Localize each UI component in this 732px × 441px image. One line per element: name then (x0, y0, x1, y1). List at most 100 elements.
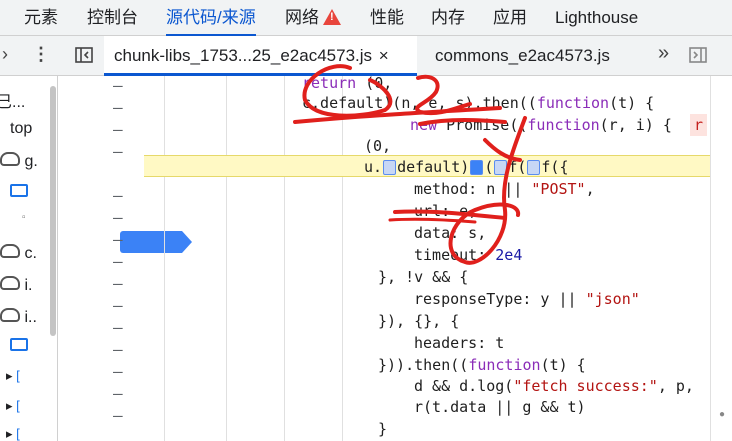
navigator-item-top[interactable]: top (10, 120, 32, 138)
code-token: Promise(( (446, 116, 528, 134)
gutter-mark[interactable]: – (113, 362, 123, 381)
code-token: r (689, 114, 707, 136)
code-line: }), {}, { (378, 312, 460, 330)
code-token: })).then(( (378, 356, 469, 374)
code-token: function (527, 116, 600, 134)
code-token: responseType: y || (414, 290, 586, 308)
navigator-item[interactable]: c. (0, 244, 37, 263)
file-tab-label: chunk-libs_1753...25_e2ac4573.js (114, 46, 373, 65)
expand-arrow-icon[interactable]: ▸ [ (6, 426, 20, 441)
code-line: data: s, (414, 224, 487, 242)
gutter-mark[interactable]: – (113, 76, 123, 95)
gutter-mark[interactable]: – (113, 142, 123, 161)
code-line: method: n || "POST", (414, 178, 595, 200)
code-token: , p, (657, 377, 694, 395)
gutter-mark[interactable]: – (113, 252, 123, 271)
gutter-mark[interactable]: – (113, 384, 123, 403)
cloud-icon (0, 276, 20, 290)
code-line: u. default) ( f( f({ (364, 156, 569, 178)
tab-sources[interactable]: 源代码/来源 (166, 0, 256, 36)
code-token: "fetch success:" (513, 377, 658, 395)
inline-breakpoint-active-icon[interactable] (470, 160, 484, 175)
tab-lighthouse[interactable]: Lighthouse (555, 0, 638, 36)
more-tabs-icon[interactable]: » (658, 43, 669, 63)
navigator-item[interactable]: i.. (0, 308, 37, 327)
inline-breakpoint-icon[interactable] (494, 160, 508, 175)
expand-arrow-icon[interactable]: ▸ [ (6, 368, 20, 384)
gutter-mark[interactable]: – (113, 186, 123, 205)
code-token: u. (364, 158, 383, 176)
tab-performance[interactable]: 性能 (370, 0, 404, 36)
code-line: headers: t (414, 334, 505, 352)
code-token: "json" (585, 290, 640, 308)
file-tab-commons[interactable]: commons_e2ac4573.js (435, 36, 610, 75)
tab-network[interactable]: 网络 (285, 0, 341, 36)
inline-breakpoint-icon[interactable] (527, 160, 541, 175)
code-line: timeout: 2e4 (414, 244, 522, 266)
scroll-down-icon[interactable]: ● (719, 409, 725, 420)
code-line: }, !v && { (378, 268, 469, 286)
code-token: c.default)(n, e, s).then(( (302, 94, 537, 112)
code-token: f({ (541, 158, 569, 176)
code-token: (r, i) { (599, 116, 672, 134)
folder-icon[interactable] (10, 184, 28, 202)
gutter-mark[interactable]: – (113, 120, 123, 139)
file-navigator: 巳... top g. ▫ c. i. i.. ▸ [ ▸ [ ▸ [ (0, 76, 58, 441)
file-tab-chunk-libs[interactable]: chunk-libs_1753...25_e2ac4573.js × (104, 36, 417, 76)
more-options-icon[interactable]: ⋮ (32, 44, 50, 64)
code-token: f( (508, 158, 527, 176)
code-token: new (410, 116, 447, 134)
code-editor[interactable]: return (0, c.default)(n, e, s).then((fun… (144, 76, 710, 441)
code-token: function (536, 94, 610, 112)
warning-icon (323, 9, 341, 25)
gutter-mark[interactable]: – (113, 296, 123, 315)
devtools-panel-tabs: 元素 控制台 源代码/来源 网络 性能 内存 应用 Lighthouse (0, 0, 732, 36)
gutter-mark[interactable]: – (113, 208, 123, 227)
code-token: d && d.log( (414, 377, 514, 395)
code-line: })).then((function(t) { (378, 354, 586, 376)
editor-scrollbar[interactable]: ● (710, 76, 732, 441)
code-token: default) (397, 158, 470, 176)
gutter-mark[interactable]: – (113, 406, 123, 425)
cloud-icon (0, 152, 20, 166)
gutter-mark[interactable]: – (113, 340, 123, 359)
code-token: ( (484, 158, 494, 176)
code-line: url: e, (414, 202, 478, 220)
gutter-mark[interactable]: – (113, 98, 123, 117)
code-line: responseType: y || "json" (414, 288, 640, 310)
tab-application[interactable]: 应用 (493, 0, 527, 36)
navigator-item-label: i. (24, 277, 33, 294)
code-line: (0, (364, 137, 392, 155)
code-line: d && d.log("fetch success:", p, (414, 375, 694, 397)
file-icon: ▫ (22, 212, 26, 223)
tab-memory[interactable]: 内存 (431, 0, 465, 36)
navigator-item-label: i.. (24, 309, 37, 326)
code-token: (t) { (609, 94, 655, 112)
gutter-mark[interactable]: – (113, 318, 123, 337)
code-line: } (378, 420, 388, 438)
code-token: function (468, 356, 541, 374)
folder-icon[interactable] (10, 338, 28, 356)
toggle-navigator-icon[interactable] (74, 45, 94, 69)
inline-breakpoint-icon[interactable] (383, 160, 397, 175)
line-gutter: – – – – – – – – – – – – – – – (58, 76, 192, 441)
navigator-item[interactable]: i. (0, 276, 32, 295)
gutter-mark[interactable]: – (113, 230, 123, 249)
code-token: , (585, 180, 595, 198)
expand-arrow-icon[interactable]: ▸ [ (6, 398, 20, 414)
close-tab-icon[interactable]: × (379, 46, 389, 65)
code-token: "POST" (531, 180, 586, 198)
panel-collapse-icon[interactable]: › (2, 44, 8, 64)
navigator-item[interactable]: g. (0, 152, 38, 171)
navigator-scrollbar[interactable] (50, 86, 56, 336)
code-token: return (302, 76, 366, 92)
code-token: 2e4 (495, 246, 523, 264)
code-line: r(t.data || g && t) (414, 398, 586, 416)
code-token: timeout: (414, 246, 496, 264)
toggle-debugger-icon[interactable] (688, 45, 708, 69)
tab-console[interactable]: 控制台 (87, 0, 138, 36)
navigator-item-label: g. (24, 153, 38, 170)
tab-elements[interactable]: 元素 (24, 0, 58, 36)
navigator-item[interactable]: 巳... (0, 88, 25, 112)
gutter-mark[interactable]: – (113, 274, 123, 293)
